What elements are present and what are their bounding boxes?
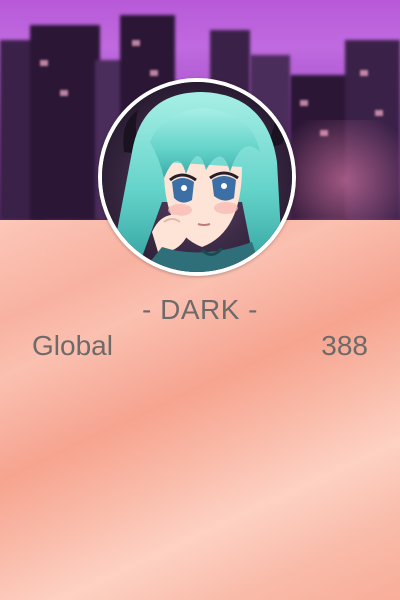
- rank-value: 388: [321, 330, 368, 361]
- rank-label: Global: [32, 330, 113, 361]
- rank-row: Global 388: [32, 330, 368, 362]
- anime-character-avatar-icon: [102, 82, 292, 272]
- avatar[interactable]: [98, 78, 296, 276]
- profile-panel-background: [0, 220, 400, 600]
- username: - DARK -: [142, 294, 258, 325]
